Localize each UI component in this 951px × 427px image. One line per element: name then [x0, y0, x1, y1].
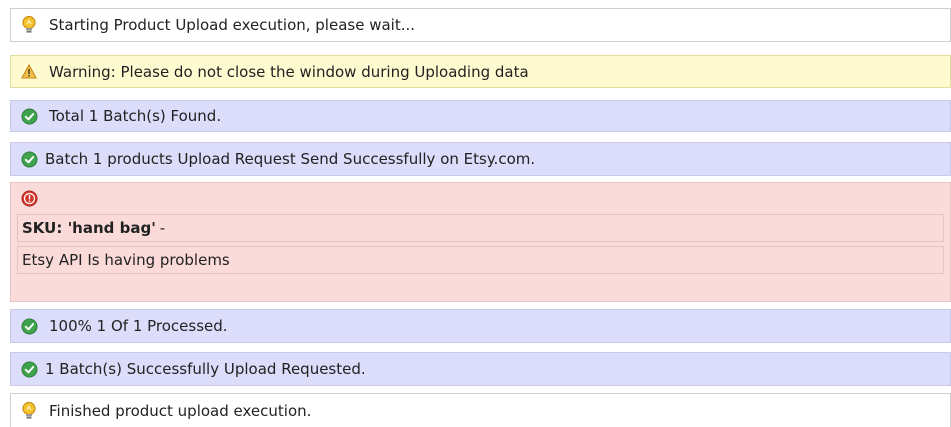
- lightbulb-icon: [19, 401, 39, 421]
- upload-log: Starting Product Upload execution, pleas…: [0, 0, 951, 427]
- log-row-processed: 100% 1 Of 1 Processed.: [10, 309, 951, 343]
- log-row-upload-requested: 1 Batch(s) Successfully Upload Requested…: [10, 352, 951, 386]
- check-circle-icon: [19, 316, 39, 336]
- error-message-line: Etsy API Is having problems: [17, 246, 944, 274]
- log-row-warning: Warning: Please do not close the window …: [10, 55, 951, 88]
- error-sku-line: SKU: 'hand bag' -: [17, 214, 944, 242]
- log-row-text: Finished product upload execution.: [49, 401, 312, 420]
- log-row-batches-found: Total 1 Batch(s) Found.: [10, 100, 951, 132]
- log-row-text: Starting Product Upload execution, pleas…: [49, 16, 416, 34]
- log-row-text: 1 Batch(s) Successfully Upload Requested…: [45, 360, 366, 378]
- log-row-text: 100% 1 Of 1 Processed.: [49, 317, 228, 335]
- log-row-batch-request: Batch 1 products Upload Request Send Suc…: [10, 142, 951, 176]
- log-row-finished: Finished product upload execution.: [10, 393, 951, 427]
- error-message: Etsy API Is having problems: [22, 251, 230, 269]
- warning-icon: [19, 62, 39, 82]
- log-row-text: Total 1 Batch(s) Found.: [49, 107, 222, 125]
- log-row-text: Batch 1 products Upload Request Send Suc…: [45, 150, 536, 168]
- lightbulb-icon: [19, 15, 39, 35]
- check-circle-icon: [19, 106, 39, 126]
- error-sku-suffix: -: [159, 219, 166, 237]
- log-row-text: Warning: Please do not close the window …: [49, 62, 529, 81]
- check-circle-icon: [19, 149, 39, 169]
- log-row-error: SKU: 'hand bag' - Etsy API Is having pro…: [10, 182, 951, 302]
- log-row-start: Starting Product Upload execution, pleas…: [10, 8, 951, 42]
- error-sku-label: SKU: 'hand bag': [22, 219, 156, 237]
- error-header: [11, 183, 950, 214]
- error-circle-icon: [19, 189, 39, 209]
- check-circle-icon: [19, 359, 39, 379]
